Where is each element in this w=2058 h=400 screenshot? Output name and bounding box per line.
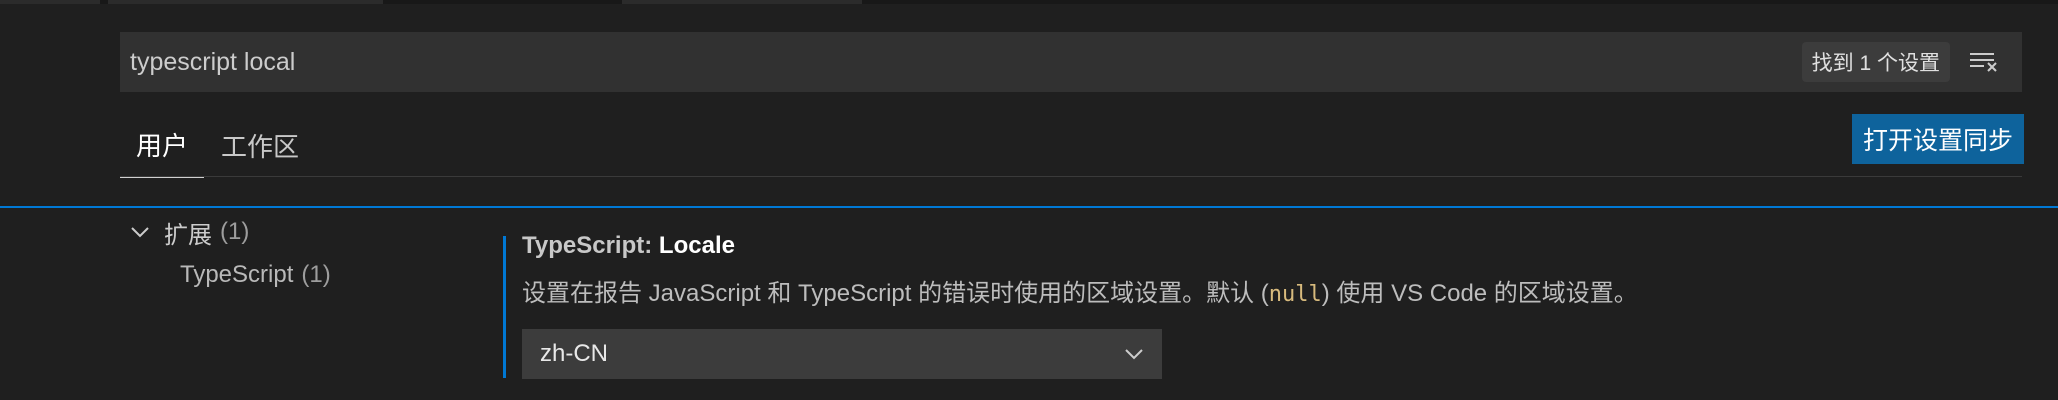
tab-workspace-label: 工作区 — [220, 131, 299, 162]
tab-user-label: 用户 — [135, 130, 188, 161]
settings-search-bar: 找到 1 个设置 — [120, 31, 2022, 93]
tab-strip-segment — [0, 0, 100, 4]
chevron-down-icon — [1124, 340, 1144, 368]
tab-strip-segment — [622, 0, 862, 4]
chevron-down-icon — [128, 220, 152, 244]
tabs-divider — [120, 176, 2022, 177]
locale-select-value: zh-CN — [540, 340, 609, 367]
toc-item-label: TypeScript — [180, 261, 294, 288]
toc-item-count: (1) — [301, 261, 331, 288]
toc-group-count: (1) — [220, 218, 250, 245]
setting-description: 设置在报告 JavaScript 和 TypeScript 的错误时使用的区域设… — [522, 273, 1638, 308]
toc-group-label: 扩展 — [164, 221, 212, 249]
setting-label: Locale — [658, 232, 735, 259]
setting-description-post: ) 使用 VS Code 的区域设置。 — [1321, 280, 1638, 307]
tab-user[interactable]: 用户 — [120, 112, 204, 178]
setting-description-code: null — [1268, 282, 1322, 307]
toc-item-typescript[interactable]: TypeScript (1) — [180, 257, 331, 293]
editor-tab-strip — [0, 0, 2058, 4]
setting-focus-bar — [503, 236, 506, 378]
setting-description-pre: 设置在报告 JavaScript 和 TypeScript 的错误时使用的区域设… — [522, 280, 1269, 307]
tab-strip-segment — [108, 0, 383, 4]
settings-search-input[interactable] — [120, 31, 1802, 93]
setting-category: TypeScript: — [522, 232, 659, 259]
tab-workspace[interactable]: 工作区 — [212, 112, 308, 178]
open-settings-sync-button[interactable]: 打开设置同步 — [1852, 114, 2024, 164]
clear-filter-icon[interactable] — [1964, 42, 2004, 82]
locale-select[interactable]: zh-CN — [522, 329, 1162, 379]
settings-editor: 找到 1 个设置 用户 工作区 打开设置同步 扩展 (1) TypeScript — [0, 0, 2058, 400]
focus-indicator-line — [0, 206, 2058, 208]
search-result-count: 找到 1 个设置 — [1801, 42, 1950, 82]
setting-title: TypeScript: Locale — [522, 232, 735, 260]
toc-group-extensions[interactable]: 扩展 (1) — [128, 214, 249, 250]
